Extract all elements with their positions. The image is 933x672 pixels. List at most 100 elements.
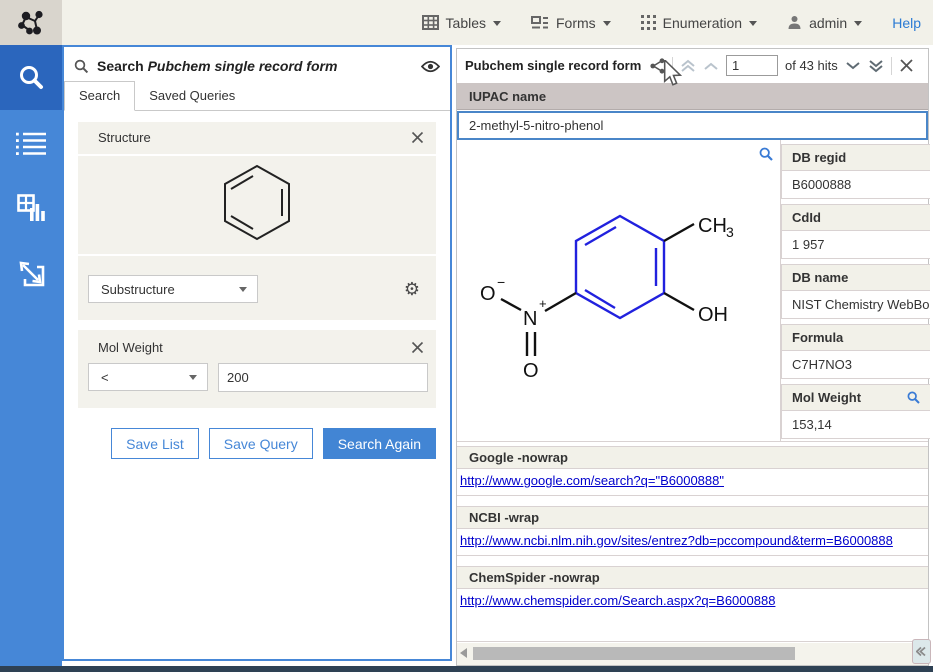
forms-icon [531,16,549,30]
double-chevron-left-icon [916,646,927,657]
atom-charge-plus: + [539,296,547,311]
menu-tables[interactable]: Tables [422,15,501,31]
sidebar-item-search[interactable] [0,45,62,110]
menu-enumeration-label: Enumeration [663,15,742,31]
export-diagonal-arrow-icon [17,259,45,287]
eye-visibility-icon[interactable] [421,60,440,73]
search-magnifier-icon[interactable] [907,391,920,404]
divider [672,57,673,75]
share-icon[interactable] [650,58,665,74]
atom-label-ch: CH [698,215,727,237]
collapse-panel-button[interactable] [912,639,931,664]
search-type-value: Substructure [101,282,175,297]
search-tabs: Search Saved Queries [64,82,450,111]
tab-search[interactable]: Search [64,81,135,111]
field-value: 1 957 [782,231,930,258]
mol-weight-operator-select[interactable]: < [88,363,208,391]
scroll-left-arrow-icon[interactable] [460,648,467,658]
close-icon[interactable] [899,58,914,73]
menu-tables-label: Tables [446,15,486,31]
field-value: B6000888 [782,171,930,198]
chevron-down-icon [239,287,247,292]
app-logo[interactable] [0,0,62,45]
tab-saved-queries[interactable]: Saved Queries [135,82,249,110]
atom-label-n: N [523,308,537,330]
field-cdid: CdId 1 957 [781,204,930,259]
top-menus: Tables Forms Enumeration [422,0,921,45]
search-type-select[interactable]: Substructure [88,275,258,303]
chevron-down-icon [603,21,611,26]
field-value: C7H7NO3 [782,351,930,378]
help-link[interactable]: Help [892,15,921,31]
link-section-chemspider: ChemSpider -nowrap http://www.chemspider… [457,566,928,616]
google-search-link[interactable]: http://www.google.com/search?q="B6000888… [460,473,724,488]
next-record-icon[interactable] [845,61,861,71]
bottom-status-bar [0,666,933,672]
search-panel-title: Search Pubchem single record form [97,58,337,74]
horizontal-scrollbar[interactable] [457,643,928,665]
search-icon [74,59,89,74]
field-value: NIST Chemistry WebBo [782,291,930,318]
zoom-magnifier-icon[interactable] [759,147,773,166]
mol-weight-filter-title: Mol Weight [98,340,163,355]
menu-user[interactable]: admin [787,15,862,31]
search-panel-header: Search Pubchem single record form [64,50,450,82]
link-section-value: http://www.chemspider.com/Search.aspx?q=… [457,589,928,615]
ncbi-search-link[interactable]: http://www.ncbi.nlm.nih.gov/sites/entrez… [460,533,893,548]
mol-weight-filter-box: Mol Weight < [78,330,436,408]
benzene-query-structure [78,156,436,254]
field-header: DB regid [782,145,930,171]
menu-user-label: admin [809,15,847,31]
list-icon [16,131,46,155]
link-section-header: Google -nowrap [457,447,928,469]
link-section-ncbi: NCBI -wrap http://www.ncbi.nlm.nih.gov/s… [457,506,928,556]
search-again-button[interactable]: Search Again [323,428,436,459]
sidebar-item-lists[interactable] [0,110,62,175]
menu-forms[interactable]: Forms [531,15,611,31]
search-actions: Save List Save Query Search Again [64,428,436,459]
record-navigation: of 43 hits [650,49,914,82]
record-panel-title: Pubchem single record form [465,58,641,73]
chevron-down-icon [189,375,197,380]
link-section-value: http://www.google.com/search?q="B6000888… [457,469,928,495]
link-section-google: Google -nowrap http://www.google.com/sea… [457,446,928,496]
empty-row [457,613,928,642]
last-record-icon[interactable] [868,59,884,73]
chevron-down-icon [493,21,501,26]
atom-charge-minus: − [497,274,505,290]
atom-label-o-minus: O [480,283,496,305]
structure-field-cell: CH 3 OH N + O − O [457,140,781,442]
chemspider-search-link[interactable]: http://www.chemspider.com/Search.aspx?q=… [460,593,775,608]
field-mol-weight: Mol Weight 153,14 [781,384,930,439]
sidebar-item-export[interactable] [0,240,62,305]
link-section-header: ChemSpider -nowrap [457,567,928,589]
user-icon [787,15,802,30]
divider [891,57,892,75]
mol-weight-value-input[interactable] [218,363,428,392]
link-section-header: NCBI -wrap [457,507,928,529]
left-sidebar [0,45,62,666]
tables-grid-icon [422,15,439,30]
field-header: Mol Weight [782,385,930,411]
field-value: 153,14 [782,411,930,438]
structure-query-canvas[interactable] [78,154,436,256]
close-icon[interactable] [411,341,424,354]
menu-forms-label: Forms [556,15,596,31]
scrollbar-thumb[interactable] [473,647,795,660]
close-icon[interactable] [411,131,424,144]
chevron-down-icon [854,21,862,26]
field-db-regid: DB regid B6000888 [781,144,930,199]
gear-icon[interactable]: ⚙ [404,280,420,298]
previous-record-icon[interactable] [703,61,719,71]
field-db-name: DB name NIST Chemistry WebBo [781,264,930,319]
save-query-button[interactable]: Save Query [209,428,313,459]
first-record-icon[interactable] [680,59,696,73]
save-list-button[interactable]: Save List [111,428,199,459]
hits-count-label: of 43 hits [785,58,838,73]
record-number-input[interactable] [726,55,778,76]
enumeration-dots-icon [641,15,656,30]
iupac-name-field-value[interactable]: 2-methyl-5-nitro-phenol [457,111,928,140]
menu-enumeration[interactable]: Enumeration [641,15,757,31]
search-panel: Search Pubchem single record form Search… [62,45,452,661]
sidebar-item-grid-views[interactable] [0,175,62,240]
